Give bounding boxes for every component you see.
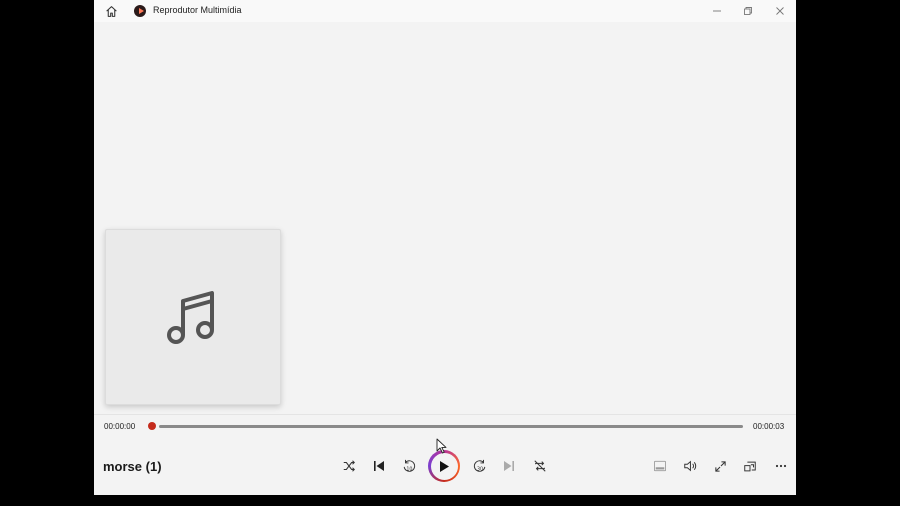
close-button[interactable]	[764, 0, 796, 22]
play-button-face	[430, 452, 458, 480]
more-icon	[775, 464, 787, 468]
forward-30-button[interactable]: 30	[470, 457, 490, 475]
seek-bar[interactable]	[159, 425, 743, 428]
rewind-10-icon: 10	[403, 459, 416, 472]
previous-icon	[374, 461, 384, 471]
volume-button[interactable]	[680, 457, 700, 475]
seek-thumb[interactable]	[148, 422, 156, 430]
next-button[interactable]	[499, 457, 519, 475]
play-icon	[440, 460, 449, 472]
music-note-icon	[167, 291, 214, 344]
home-button[interactable]	[103, 3, 119, 19]
rewind-10-button[interactable]: 10	[399, 457, 419, 475]
album-art	[105, 229, 281, 405]
app-logo-icon	[134, 5, 146, 17]
svg-text:30: 30	[477, 466, 483, 472]
fullscreen-icon	[714, 460, 726, 472]
repeat-button[interactable]	[530, 457, 550, 475]
total-time: 00:00:03	[753, 422, 785, 431]
track-title: morse (1)	[103, 459, 162, 474]
previous-button[interactable]	[369, 457, 389, 475]
controls-divider	[94, 414, 796, 415]
shuffle-button[interactable]	[339, 457, 359, 475]
window-title: Reprodutor Multimídia	[153, 5, 242, 15]
restore-button[interactable]	[732, 0, 764, 22]
minimize-button[interactable]	[701, 0, 733, 22]
mouse-cursor-icon	[436, 438, 447, 454]
fullscreen-button[interactable]	[710, 457, 730, 475]
minimize-icon	[713, 10, 721, 12]
forward-30-icon: 30	[473, 459, 486, 472]
repeat-off-icon	[534, 460, 546, 472]
restore-icon	[744, 7, 752, 15]
shuffle-icon	[343, 460, 355, 472]
cast-button[interactable]	[740, 457, 760, 475]
cast-icon	[744, 461, 756, 471]
miniplayer-button[interactable]	[650, 457, 670, 475]
miniplayer-icon	[654, 460, 666, 472]
current-time: 00:00:00	[104, 422, 136, 431]
next-icon	[504, 461, 514, 471]
media-player-window: Reprodutor Multimídia 00:00:00 00:00:03 …	[94, 0, 796, 495]
more-options-button[interactable]	[771, 457, 791, 475]
volume-icon	[684, 460, 697, 472]
close-icon	[776, 7, 784, 15]
home-icon	[105, 5, 117, 17]
play-button[interactable]	[428, 450, 460, 482]
title-bar: Reprodutor Multimídia	[94, 0, 796, 22]
svg-text:10: 10	[406, 466, 412, 472]
